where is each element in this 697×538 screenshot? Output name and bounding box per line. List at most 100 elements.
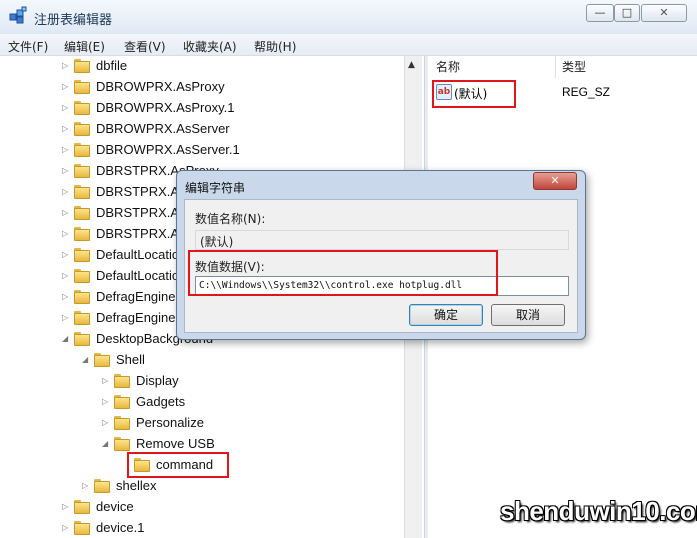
tree-item-label: shellex <box>116 478 157 493</box>
expand-arrow-icon[interactable]: ▷ <box>102 418 110 428</box>
tree-item-label: DBROWPRX.AsServer.1 <box>96 142 240 157</box>
tree-item[interactable]: ▷ device <box>0 497 404 517</box>
expand-arrow-icon[interactable]: ▷ <box>62 187 70 197</box>
maximize-button[interactable]: □ <box>614 4 640 22</box>
tree-item[interactable]: ▷ DBROWPRX.AsServer <box>0 119 404 139</box>
edit-string-dialog: 编辑字符串 ✕ 数值名称(N): (默认) 数值数据(V): C:\\Windo… <box>176 170 586 340</box>
expand-arrow-icon[interactable]: ▷ <box>62 313 70 323</box>
folder-icon <box>74 269 90 283</box>
value-data-input[interactable]: C:\\Windows\\System32\\control.exe hotpl… <box>195 276 569 296</box>
tree-item-label: Gadgets <box>136 394 186 409</box>
folder-icon <box>94 353 110 367</box>
site-watermark: shenduwin10.com <box>500 496 697 526</box>
folder-icon <box>74 248 90 262</box>
value-name-field: (默认) <box>195 230 569 250</box>
column-header-type[interactable]: 类型 <box>556 56 697 78</box>
folder-icon <box>114 395 130 409</box>
column-header-name[interactable]: 名称 <box>428 56 556 78</box>
dialog-close-button[interactable]: ✕ <box>533 172 577 190</box>
tree-item[interactable]: ▷ DBROWPRX.AsProxy.1 <box>0 98 404 118</box>
tree-item[interactable]: ▷ DBROWPRX.AsProxy <box>0 77 404 97</box>
folder-icon <box>74 227 90 241</box>
expand-arrow-icon[interactable]: ▷ <box>62 82 70 92</box>
tree-item[interactable]: ◢ Shell <box>0 350 404 370</box>
dialog-body: 数值名称(N): (默认) 数值数据(V): C:\\Windows\\Syst… <box>184 199 578 333</box>
folder-icon <box>74 143 90 157</box>
tree-item[interactable]: ▷ device.1 <box>0 518 404 538</box>
expand-arrow-icon[interactable]: ▷ <box>62 271 70 281</box>
folder-icon <box>74 80 90 94</box>
expand-arrow-icon[interactable]: ▷ <box>62 523 70 533</box>
menu-file[interactable]: 文件(F) <box>8 38 48 55</box>
tree-item[interactable]: ▷ Display <box>0 371 404 391</box>
folder-icon <box>74 206 90 220</box>
tree-item-label: Display <box>136 373 179 388</box>
tree-item-label: device <box>96 499 134 514</box>
menu-view[interactable]: 查看(V) <box>124 38 166 55</box>
collapse-arrow-icon[interactable]: ◢ <box>62 334 70 344</box>
folder-icon <box>74 122 90 136</box>
expand-arrow-icon[interactable]: ▷ <box>62 124 70 134</box>
folder-icon <box>94 479 110 493</box>
tree-item-label: DBROWPRX.AsProxy.1 <box>96 100 235 115</box>
string-value-icon: ab <box>436 84 452 100</box>
expand-arrow-icon[interactable]: ▷ <box>62 103 70 113</box>
folder-icon <box>74 521 90 535</box>
menu-favorites[interactable]: 收藏夹(A) <box>183 38 237 55</box>
registry-editor-window: 注册表编辑器 — □ ✕ 文件(F) 编辑(E) 查看(V) 收藏夹(A) 帮助… <box>0 0 697 538</box>
value-type: REG_SZ <box>562 85 611 99</box>
tree-item-label: DefragEngine.1 <box>96 310 187 325</box>
expand-arrow-icon[interactable]: ▷ <box>62 166 70 176</box>
menu-help[interactable]: 帮助(H) <box>254 38 296 55</box>
tree-item-label: Shell <box>116 352 145 367</box>
minimize-button[interactable]: — <box>586 4 614 22</box>
registry-editor-icon <box>9 6 27 24</box>
expand-arrow-icon[interactable]: ▷ <box>62 502 70 512</box>
tree-item-label: Personalize <box>136 415 204 430</box>
value-name-label: 数值名称(N): <box>195 212 266 226</box>
list-item[interactable]: ab (默认) REG_SZ <box>428 82 697 102</box>
expand-arrow-icon[interactable]: ▷ <box>62 145 70 155</box>
expand-arrow-icon[interactable]: ▷ <box>62 250 70 260</box>
expand-arrow-icon[interactable]: ▷ <box>62 61 70 71</box>
tree-item[interactable]: ▷ dbfile <box>0 56 404 76</box>
value-data-label: 数值数据(V): <box>195 260 265 274</box>
collapse-arrow-icon[interactable]: ◢ <box>82 355 90 365</box>
menu-bar: 文件(F) 编辑(E) 查看(V) 收藏夹(A) 帮助(H) <box>0 34 697 56</box>
expand-arrow-icon[interactable]: ▷ <box>102 397 110 407</box>
tree-item[interactable]: ◢ Remove USB <box>0 434 404 454</box>
tree-item-label: device.1 <box>96 520 145 535</box>
tree-item-label: dbfile <box>96 58 128 73</box>
folder-icon <box>74 59 90 73</box>
expand-arrow-icon[interactable]: ▷ <box>62 292 70 302</box>
ok-button[interactable]: 确定 <box>409 304 483 326</box>
tree-item[interactable]: command <box>0 455 404 475</box>
expand-arrow-icon[interactable]: ▷ <box>62 229 70 239</box>
tree-item[interactable]: ▷ Gadgets <box>0 392 404 412</box>
folder-icon <box>74 164 90 178</box>
folder-icon <box>74 332 90 346</box>
menu-edit[interactable]: 编辑(E) <box>64 38 105 55</box>
folder-icon <box>74 290 90 304</box>
scroll-up-arrow-icon[interactable]: ▲ <box>408 60 415 70</box>
value-name: (默认) <box>454 87 488 101</box>
close-button[interactable]: ✕ <box>641 4 687 22</box>
title-bar[interactable]: 注册表编辑器 — □ ✕ <box>0 0 697 34</box>
expand-arrow-icon[interactable]: ▷ <box>102 376 110 386</box>
tree-item[interactable]: ▷ Personalize <box>0 413 404 433</box>
collapse-arrow-icon[interactable]: ◢ <box>102 439 110 449</box>
tree-item-label: DefragEngine <box>96 289 176 304</box>
folder-icon <box>74 185 90 199</box>
expand-arrow-icon[interactable]: ▷ <box>82 481 90 491</box>
window-title: 注册表编辑器 <box>34 13 113 28</box>
expand-arrow-icon[interactable]: ▷ <box>62 208 70 218</box>
tree-item-label: Remove USB <box>136 436 215 451</box>
folder-icon <box>74 311 90 325</box>
folder-icon <box>114 374 130 388</box>
tree-item-label: DBROWPRX.AsProxy <box>96 79 225 94</box>
folder-icon <box>114 437 130 451</box>
cancel-button[interactable]: 取消 <box>491 304 565 326</box>
tree-item-label: command <box>156 457 214 472</box>
tree-item[interactable]: ▷ DBROWPRX.AsServer.1 <box>0 140 404 160</box>
tree-item[interactable]: ▷ shellex <box>0 476 404 496</box>
